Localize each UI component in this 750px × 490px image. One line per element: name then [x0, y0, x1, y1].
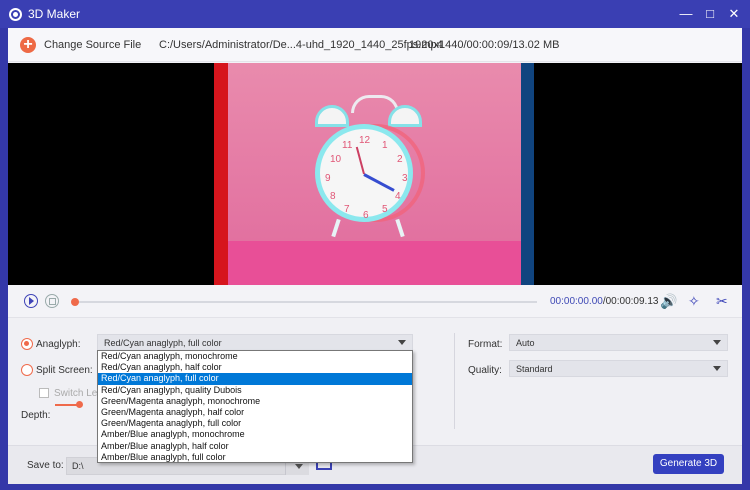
- dropdown-option[interactable]: Amber/Blue anaglyph, half color: [98, 441, 412, 452]
- anaglyph-radio[interactable]: [21, 338, 33, 350]
- clock-number: 6: [363, 210, 369, 221]
- clock-number: 8: [330, 191, 336, 202]
- clock-number: 10: [330, 154, 342, 165]
- format-selected-value: Auto: [516, 338, 535, 348]
- file-info-text: 1920x1440/00:00:09/13.02 MB: [409, 39, 560, 51]
- play-icon[interactable]: [24, 294, 38, 308]
- timeline-track[interactable]: [74, 301, 537, 303]
- dropdown-option[interactable]: Red/Cyan anaglyph, monochrome: [98, 351, 412, 362]
- red-anaglyph-edge: [214, 63, 228, 285]
- volume-icon[interactable]: 🔊: [660, 293, 677, 309]
- time-display: 00:00:00.00/00:00:09.13: [550, 296, 658, 307]
- timeline-thumb[interactable]: [71, 298, 79, 306]
- dropdown-option[interactable]: Green/Magenta anaglyph, half color: [98, 407, 412, 418]
- change-source-button[interactable]: Change Source File: [44, 39, 141, 51]
- cut-icon[interactable]: ✂: [716, 293, 728, 309]
- video-frame: 12 1 2 3 4 5 6 7 8 9 10 11: [214, 63, 534, 285]
- dropdown-option[interactable]: Green/Magenta anaglyph, full color: [98, 418, 412, 429]
- clock-number: 7: [344, 204, 350, 215]
- main-content: + Change Source File C:/Users/Administra…: [8, 28, 742, 484]
- minimize-icon[interactable]: —: [677, 5, 695, 23]
- dropdown-option[interactable]: Red/Cyan anaglyph, half color: [98, 362, 412, 373]
- chevron-down-icon: [398, 340, 406, 345]
- clock-number: 12: [359, 135, 371, 146]
- save-to-label: Save to:: [27, 460, 64, 471]
- clock-number: 2: [397, 154, 403, 165]
- anaglyph-label: Anaglyph:: [36, 339, 81, 350]
- clock-number: 3: [402, 173, 408, 184]
- app-window: 3D Maker — □ ✕ + Change Source File C:/U…: [0, 0, 750, 490]
- window-title: 3D Maker: [28, 7, 81, 21]
- clock-number: 1: [382, 140, 388, 151]
- total-time: 00:00:09.13: [605, 296, 659, 307]
- blue-anaglyph-edge: [521, 63, 534, 285]
- quality-selected-value: Standard: [516, 364, 553, 374]
- generate-3d-button[interactable]: Generate 3D: [653, 454, 724, 474]
- chevron-down-icon: [713, 366, 721, 371]
- switch-left-right-checkbox[interactable]: [39, 388, 49, 398]
- dropdown-option-selected[interactable]: Red/Cyan anaglyph, full color: [98, 373, 412, 385]
- anaglyph-select[interactable]: Red/Cyan anaglyph, full color: [97, 334, 413, 351]
- dropdown-option[interactable]: Amber/Blue anaglyph, monochrome: [98, 429, 412, 440]
- clock-number: 5: [382, 204, 388, 215]
- title-bar: 3D Maker — □ ✕: [0, 0, 750, 28]
- quality-label: Quality:: [468, 365, 502, 376]
- settings-divider: [454, 333, 455, 429]
- quality-select[interactable]: Standard: [509, 360, 728, 377]
- stop-icon[interactable]: [45, 294, 59, 308]
- video-preview: 12 1 2 3 4 5 6 7 8 9 10 11: [8, 63, 742, 285]
- format-select[interactable]: Auto: [509, 334, 728, 351]
- file-path-text: C:/Users/Administrator/De...4-uhd_1920_1…: [159, 39, 443, 51]
- dropdown-option[interactable]: Green/Magenta anaglyph, monochrome: [98, 396, 412, 407]
- anaglyph-dropdown-menu[interactable]: Red/Cyan anaglyph, monochrome Red/Cyan a…: [97, 350, 413, 463]
- depth-label: Depth:: [21, 410, 51, 421]
- close-icon[interactable]: ✕: [725, 5, 743, 23]
- depth-slider-thumb[interactable]: [76, 401, 83, 408]
- anaglyph-selected-value: Red/Cyan anaglyph, full color: [104, 338, 222, 348]
- split-screen-label: Split Screen:: [36, 365, 93, 376]
- current-time: 00:00:00.00: [550, 296, 603, 307]
- add-source-icon[interactable]: +: [20, 37, 36, 53]
- table-surface: [214, 241, 534, 285]
- switch-left-right-label: Switch Left: [54, 388, 103, 399]
- effects-icon[interactable]: ✧: [688, 293, 700, 309]
- split-screen-radio[interactable]: [21, 364, 33, 376]
- maximize-icon[interactable]: □: [701, 5, 719, 23]
- dropdown-option[interactable]: Amber/Blue anaglyph, full color: [98, 452, 412, 463]
- clock-number: 9: [325, 173, 331, 184]
- clock-number: 4: [395, 191, 401, 202]
- source-toolbar: + Change Source File C:/Users/Administra…: [8, 28, 742, 62]
- app-logo-icon: [9, 8, 22, 21]
- chevron-down-icon: [713, 340, 721, 345]
- playback-bar: 00:00:00.00/00:00:09.13 🔊 ✧ ✂: [8, 285, 742, 317]
- format-label: Format:: [468, 339, 503, 350]
- dropdown-option[interactable]: Red/Cyan anaglyph, quality Dubois: [98, 385, 412, 396]
- clock-number: 11: [342, 140, 353, 151]
